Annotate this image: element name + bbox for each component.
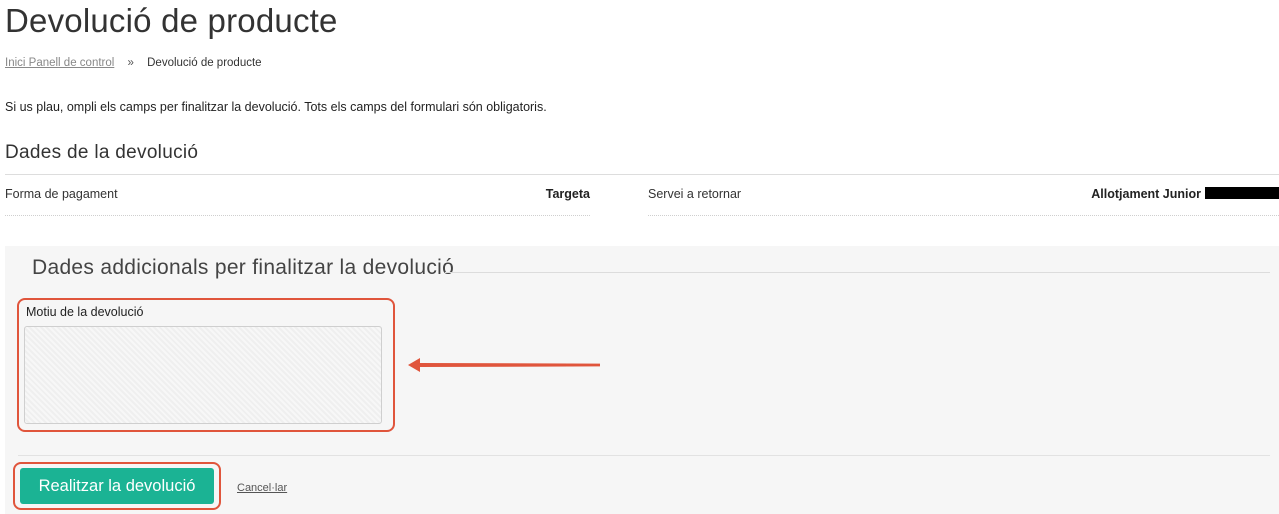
- reason-textarea[interactable]: [24, 326, 382, 424]
- cancel-link[interactable]: Cancel·lar: [237, 482, 287, 494]
- section-title-return-data: Dades de la devolució: [5, 142, 199, 163]
- redaction-bar: [1205, 187, 1279, 199]
- payment-method-row: Forma de pagament Targeta: [5, 183, 590, 216]
- service-value: Allotjament Junior: [1091, 187, 1201, 201]
- breadcrumb: Inici Panell de control » Devolució de p…: [5, 57, 262, 69]
- breadcrumb-separator: »: [127, 57, 134, 69]
- payment-method-label: Forma de pagament: [5, 187, 118, 201]
- page-title: Devolució de producte: [5, 2, 338, 39]
- legend-divider: [445, 272, 1270, 273]
- intro-text: Si us plau, ompli els camps per finalitz…: [5, 100, 547, 114]
- section-divider: [5, 174, 1279, 175]
- service-value-wrap: Allotjament Junior: [1091, 187, 1279, 201]
- form-legend: Dades addicionals per finalitzar la devo…: [32, 256, 455, 279]
- submit-return-button[interactable]: Realitzar la devolució: [20, 468, 214, 504]
- annotation-arrow-icon: [408, 358, 600, 372]
- breadcrumb-current: Devolució de producte: [147, 57, 262, 69]
- service-row: Servei a retornar Allotjament Junior: [648, 183, 1279, 216]
- form-actions-divider: [18, 455, 1270, 456]
- breadcrumb-home-link[interactable]: Inici Panell de control: [5, 57, 114, 69]
- reason-label: Motiu de la devolució: [26, 305, 144, 319]
- service-label: Servei a retornar: [648, 187, 742, 201]
- payment-method-value: Targeta: [545, 187, 590, 201]
